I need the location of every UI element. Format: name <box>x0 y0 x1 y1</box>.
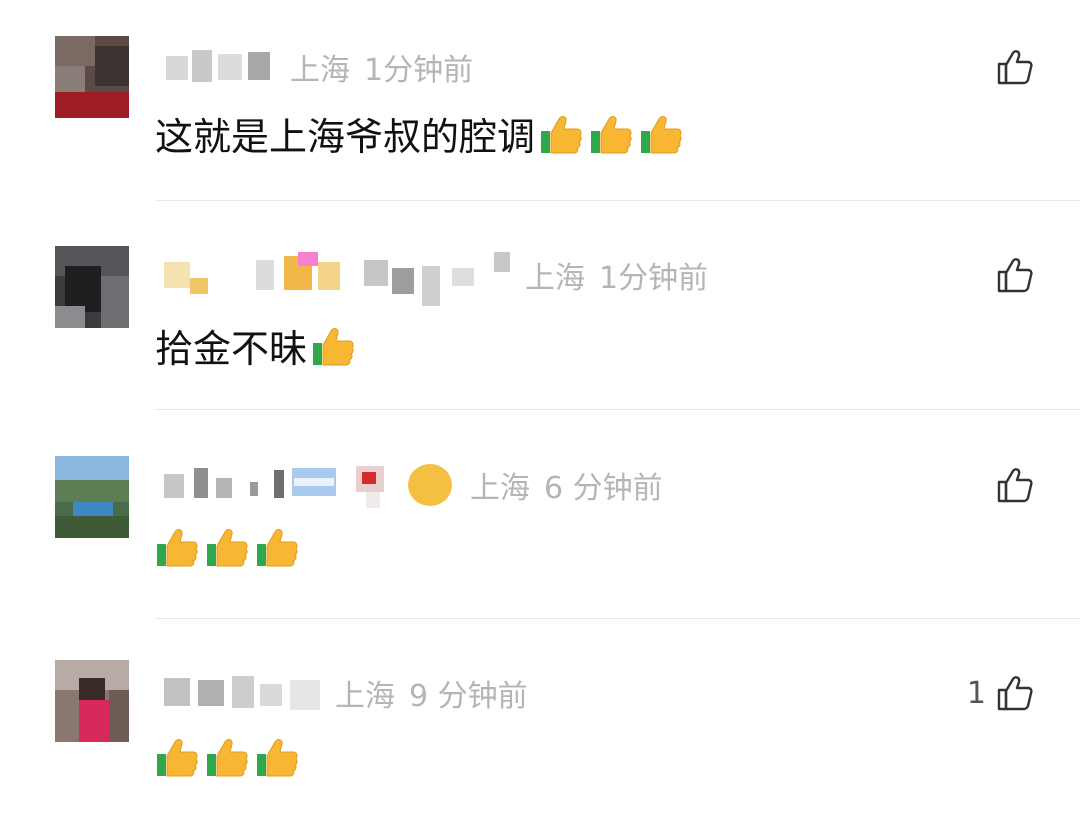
comment-location: 上海 <box>335 679 395 714</box>
comment-location: 上海 <box>525 261 585 296</box>
comment-meta: 上海 1分钟前 <box>160 252 709 306</box>
divider <box>155 200 1080 201</box>
thumbs-up-emoji <box>541 115 582 153</box>
thumbs-up-emoji <box>257 529 298 567</box>
thumbs-up-emoji <box>641 115 682 153</box>
thumbs-up-emoji <box>313 327 354 365</box>
thumbs-up-outline-icon[interactable] <box>996 466 1034 504</box>
comment-time: 9 分钟前 <box>409 679 528 714</box>
comment-text <box>155 736 299 778</box>
comment-text-content: 拾金不昧 <box>155 327 308 371</box>
thumbs-up-emoji <box>591 115 632 153</box>
comment-time: 6 分钟前 <box>544 471 663 506</box>
avatar[interactable] <box>55 660 129 742</box>
comment-text: 这就是上海爷叔的腔调 <box>155 106 683 161</box>
thumbs-up-emoji <box>207 529 248 567</box>
comment-location: 上海 <box>290 53 350 88</box>
like-button[interactable] <box>986 48 1034 86</box>
like-count: 1 <box>966 675 986 711</box>
comment-meta: 上海 9 分钟前 <box>160 670 528 716</box>
comment-text: 拾金不昧 <box>155 318 355 373</box>
comment-time: 1分钟前 <box>364 53 474 88</box>
comment-text-content: 这就是上海爷叔的腔调 <box>155 115 536 159</box>
emoji-group <box>539 113 683 155</box>
like-button[interactable]: 1 <box>967 674 1034 712</box>
emoji-group <box>155 736 299 778</box>
username-blurred[interactable] <box>160 252 515 306</box>
thumbs-up-emoji <box>257 739 298 777</box>
avatar[interactable] <box>55 456 129 538</box>
emoji-group <box>311 325 355 367</box>
thumbs-up-outline-icon[interactable] <box>996 674 1034 712</box>
thumbs-up-emoji <box>157 529 198 567</box>
comment-time: 1分钟前 <box>599 261 709 296</box>
username-blurred[interactable] <box>160 462 460 508</box>
username-blurred[interactable] <box>160 670 325 716</box>
thumbs-up-outline-icon[interactable] <box>996 256 1034 294</box>
divider <box>155 618 1080 619</box>
avatar[interactable] <box>55 36 129 118</box>
comment-meta: 上海 6 分钟前 <box>160 462 663 508</box>
comment-text <box>155 526 299 568</box>
avatar[interactable] <box>55 246 129 328</box>
like-button[interactable] <box>986 256 1034 294</box>
like-button[interactable] <box>986 466 1034 504</box>
thumbs-up-emoji <box>157 739 198 777</box>
thumbs-up-outline-icon[interactable] <box>996 48 1034 86</box>
divider <box>155 409 1080 410</box>
comment-meta: 上海 1分钟前 <box>160 44 473 90</box>
thumbs-up-emoji <box>207 739 248 777</box>
emoji-group <box>155 526 299 568</box>
comment-location: 上海 <box>470 471 530 506</box>
username-blurred[interactable] <box>160 44 280 90</box>
